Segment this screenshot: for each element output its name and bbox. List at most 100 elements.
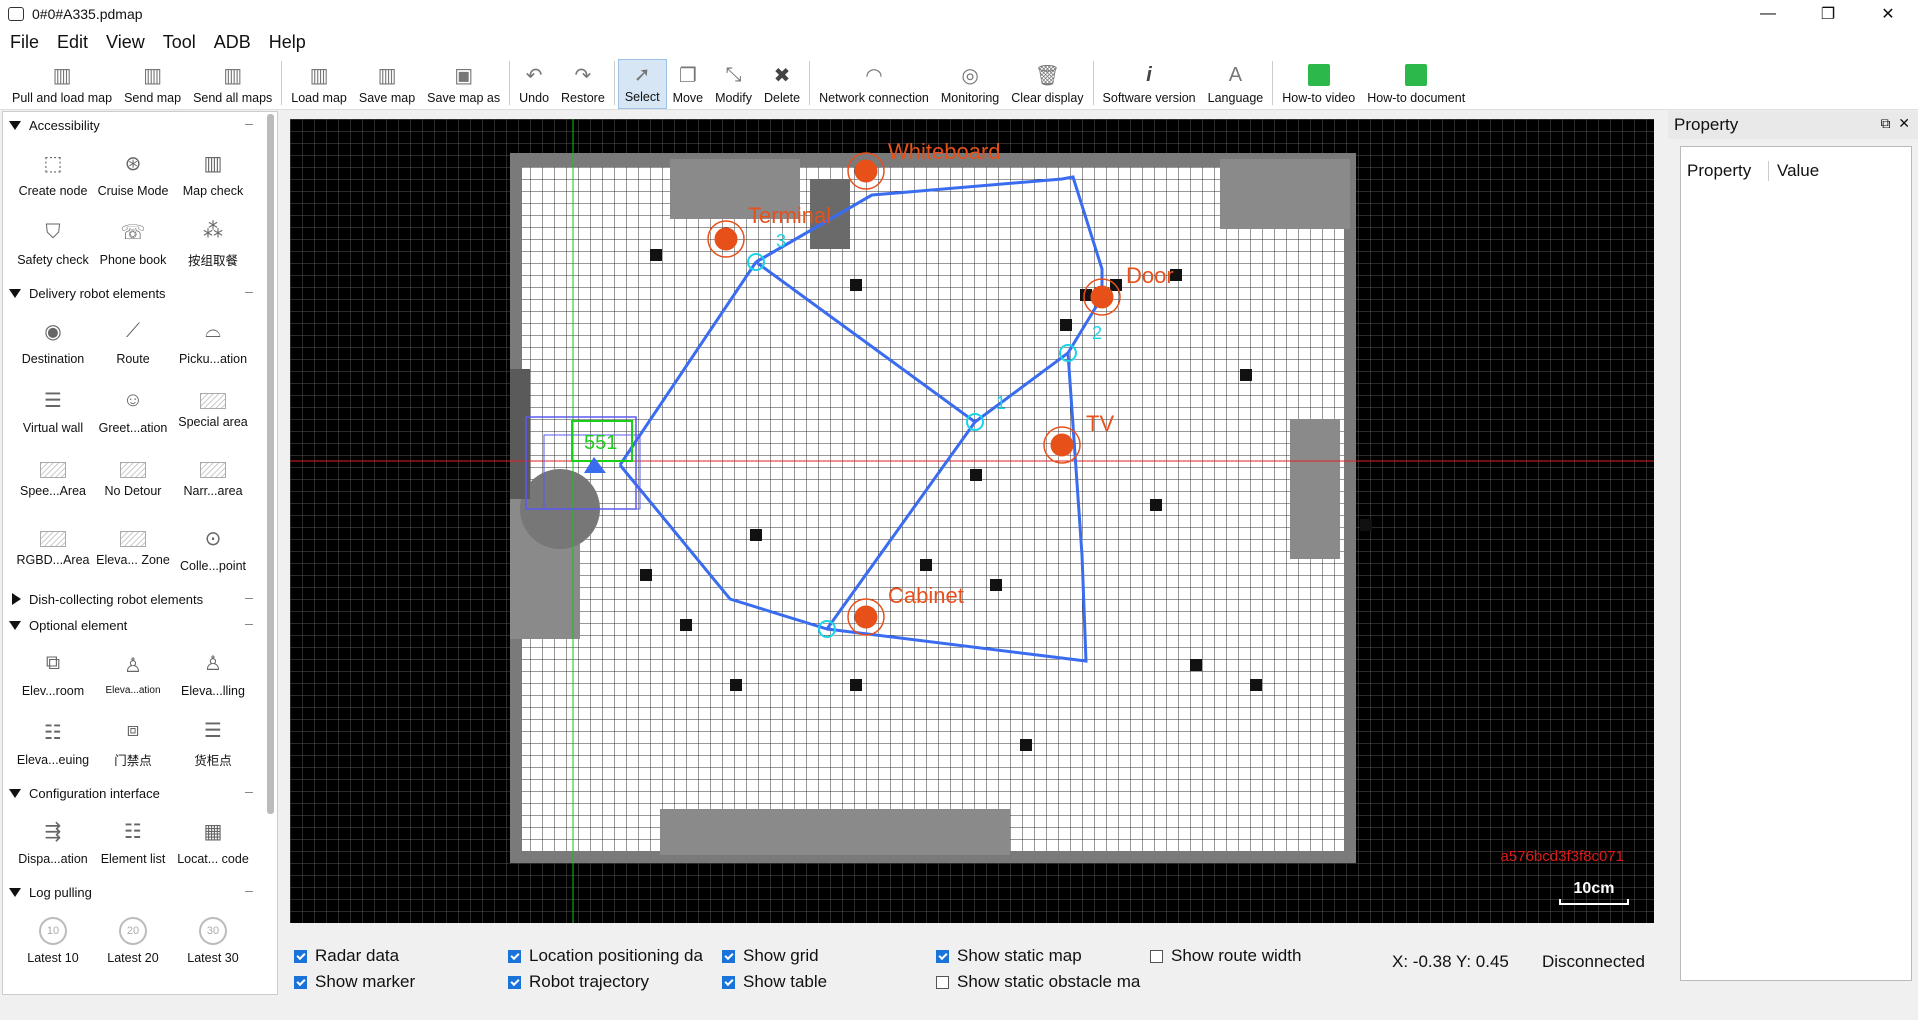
load-map-button[interactable]: ▥ Load map: [285, 59, 353, 109]
restore-button[interactable]: ↷ Restore: [555, 59, 611, 109]
menu-view[interactable]: View: [106, 32, 145, 53]
float-panel-icon[interactable]: ⧉: [1880, 115, 1890, 131]
cursor-coordinates: X: -0.38 Y: 0.45: [1392, 952, 1509, 971]
how-to-document-button[interactable]: How-to document: [1361, 59, 1471, 109]
document-icon: [1403, 63, 1429, 87]
menu-help[interactable]: Help: [269, 32, 306, 53]
section-dish-collecting[interactable]: Dish-collecting robot elements: [3, 586, 277, 612]
map-id-label: a576bcd3f3f8c071: [1500, 848, 1624, 865]
virtual-wall-tool[interactable]: ☰ Virtual wall: [13, 377, 93, 444]
menu-tool[interactable]: Tool: [163, 32, 196, 53]
rgbd-area-tool[interactable]: RGBD...Area: [13, 515, 93, 582]
narrow-area-tool[interactable]: Narr...area: [173, 446, 253, 513]
location-code-tool[interactable]: ▦ Locat... code: [173, 808, 253, 875]
no-detour-tool[interactable]: No Detour: [93, 446, 173, 513]
collection-point-tool[interactable]: ⊙ Colle...point: [173, 515, 253, 582]
floppy-icon: ▣: [454, 64, 474, 87]
how-to-video-button[interactable]: How-to video: [1276, 59, 1361, 109]
move-button[interactable]: ❐ Move: [667, 59, 710, 109]
menu-file[interactable]: File: [10, 32, 39, 53]
panel-scrollbar[interactable]: [267, 114, 274, 814]
section-configuration[interactable]: Configuration interface: [3, 780, 277, 806]
menu-bar: File Edit View Tool ADB Help: [0, 28, 1918, 56]
elevator-station-tool[interactable]: ♙ Eleva...ation: [93, 640, 173, 707]
connection-status: Disconnected: [1542, 952, 1646, 971]
show-table-checkbox[interactable]: Show table: [722, 972, 827, 992]
latest-30-tool[interactable]: 30 Latest 30: [173, 907, 253, 974]
elevator-zone-tool[interactable]: Eleva... Zone: [93, 515, 173, 582]
route-tool[interactable]: ⟋ Route: [93, 308, 173, 375]
route-icon: ⟋: [126, 320, 140, 342]
window-title: 0#0#A335.pdmap: [32, 6, 143, 22]
phone-book-tool[interactable]: ☏ Phone book: [93, 209, 173, 276]
clear-display-button[interactable]: 🗑 Clear display: [1005, 59, 1089, 109]
robot-trajectory-checkbox[interactable]: Robot trajectory: [508, 972, 649, 992]
select-button[interactable]: ➚ Select: [617, 59, 667, 109]
monitoring-button[interactable]: ◎ Monitoring: [935, 59, 1005, 109]
create-node-tool[interactable]: ⬚ Create node: [13, 140, 93, 207]
cruise-mode-tool[interactable]: ⊛ Cruise Mode: [93, 140, 173, 207]
gate-icon: ⧈: [126, 718, 140, 741]
pull-load-map-button[interactable]: ▥ Pull and load map: [6, 59, 118, 109]
destination-tool[interactable]: ◉ Destination: [13, 308, 93, 375]
minimize-button[interactable]: —: [1738, 0, 1798, 28]
maximize-button[interactable]: ❐: [1798, 0, 1858, 28]
pickup-station-tool[interactable]: ⌓ Picku...ation: [173, 308, 253, 375]
hatched-area-icon: [40, 530, 66, 547]
radar-data-checkbox[interactable]: Radar data: [294, 946, 399, 966]
list-icon: ☷: [124, 821, 142, 843]
show-static-obstacle-checkbox[interactable]: Show static obstacle ma: [936, 972, 1153, 992]
latest-20-tool[interactable]: 20 Latest 20: [93, 907, 173, 974]
save-map-as-button[interactable]: ▣ Save map as: [421, 59, 506, 109]
node-number: 3: [776, 231, 786, 251]
toolbar: ▥ Pull and load map ▥ Send map ▥ Send all m…: [0, 56, 1918, 110]
safety-check-tool[interactable]: ⛉ Safety check: [13, 209, 93, 276]
send-all-maps-button[interactable]: ▥ Send all maps: [187, 59, 278, 109]
location-positioning-checkbox[interactable]: Location positioning da: [508, 946, 727, 966]
close-panel-icon[interactable]: ✕: [1898, 115, 1910, 131]
map-check-tool[interactable]: ▥ Map check: [173, 140, 253, 207]
map-label-terminal: Terminal: [748, 203, 831, 228]
wifi-icon: ◠: [865, 64, 883, 87]
group-pickup-tool[interactable]: ⁂ 按组取餐: [173, 209, 253, 276]
map-canvas[interactable]: Whiteboard Terminal Door TV Cabinet 3 2 …: [290, 119, 1654, 923]
section-accessibility[interactable]: Accessibility: [3, 112, 277, 138]
greeting-station-tool[interactable]: ☺ Greet...ation: [93, 377, 173, 444]
speed-area-tool[interactable]: Spee...Area: [13, 446, 93, 513]
show-static-map-checkbox[interactable]: Show static map: [936, 946, 1082, 966]
cursor-icon: ➚: [633, 63, 651, 86]
trash-icon: 🗑: [1034, 64, 1061, 87]
latest-10-tool[interactable]: 10 Latest 10: [13, 907, 93, 974]
section-delivery[interactable]: Delivery robot elements: [3, 280, 277, 306]
map-check-icon: ▥: [203, 153, 223, 175]
section-optional[interactable]: Optional element: [3, 612, 277, 638]
cabinet-point-tool[interactable]: ☰ 货柜点: [173, 709, 253, 776]
show-marker-checkbox[interactable]: Show marker: [294, 972, 415, 992]
access-control-tool[interactable]: ⧈ 门禁点: [93, 709, 173, 776]
modify-button[interactable]: ⤡ Modify: [709, 59, 758, 109]
show-grid-checkbox[interactable]: Show grid: [722, 946, 819, 966]
delete-button[interactable]: ✖ Delete: [758, 59, 806, 109]
scale-bar: 10cm: [1559, 880, 1629, 905]
network-connection-button[interactable]: ◠ Network connection: [813, 59, 935, 109]
special-area-tool[interactable]: Special area: [173, 377, 253, 444]
destination-icon: ◉: [44, 321, 62, 343]
elevator-calling-tool[interactable]: ♙ Eleva...lling: [173, 640, 253, 707]
language-button[interactable]: A Language: [1202, 59, 1270, 109]
menu-edit[interactable]: Edit: [57, 32, 88, 53]
smile-icon: ☺: [122, 389, 144, 411]
element-list-tool[interactable]: ☷ Element list: [93, 808, 173, 875]
elevator-queuing-tool[interactable]: ☷ Eleva...euing: [13, 709, 93, 776]
close-button[interactable]: ✕: [1858, 0, 1918, 28]
menu-adb[interactable]: ADB: [214, 32, 251, 53]
shield-icon: ⛉: [45, 221, 61, 243]
software-version-button[interactable]: i Software version: [1097, 59, 1202, 109]
elevator-room-tool[interactable]: ⧉ Elev...room: [13, 640, 93, 707]
dispatch-station-tool[interactable]: ⇶ Dispa...ation: [13, 808, 93, 875]
bell-icon: ⌓: [205, 320, 221, 342]
show-route-width-checkbox[interactable]: Show route width: [1150, 946, 1301, 966]
send-map-button[interactable]: ▥ Send map: [118, 59, 187, 109]
section-log-pulling[interactable]: Log pulling: [3, 879, 277, 905]
undo-button[interactable]: ↶ Undo: [513, 59, 555, 109]
save-map-button[interactable]: ▥ Save map: [353, 59, 421, 109]
